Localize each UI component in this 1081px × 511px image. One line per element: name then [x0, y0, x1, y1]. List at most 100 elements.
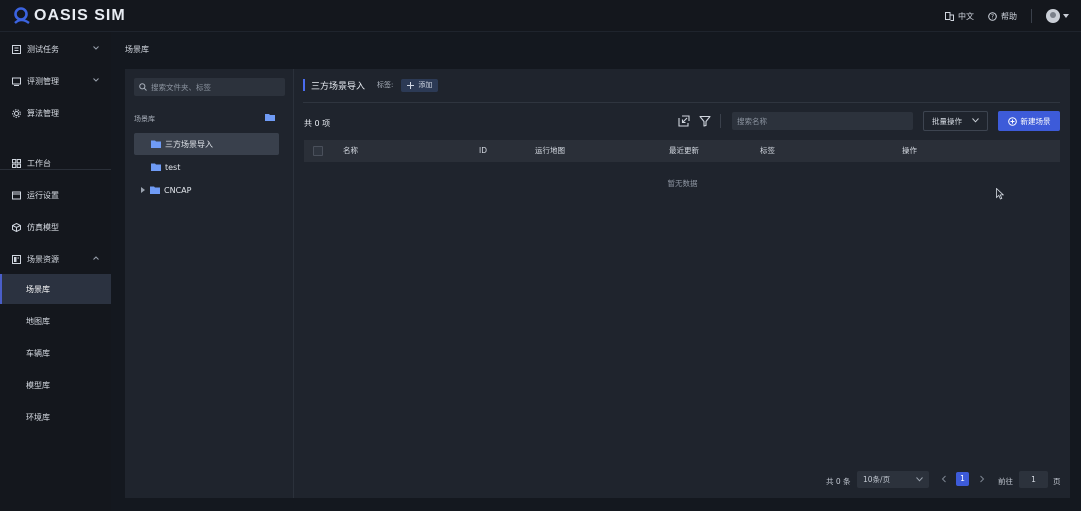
add-tag-button[interactable]: 添加	[401, 78, 439, 92]
sidebar-subitem-environment-library[interactable]: 环境库	[0, 402, 111, 432]
sidebar-subitem-label: 模型库	[26, 380, 50, 390]
page-suffix: 页	[1053, 477, 1061, 486]
tree-node-label: 三方场景导入	[165, 139, 213, 149]
column-header-name[interactable]: 名称	[343, 140, 358, 162]
scene-list-area: 三方场景导入 标签: 添加 共 0 项 批量操作 新建场景	[295, 69, 1070, 498]
filter-icon[interactable]	[699, 115, 711, 127]
evaluation-icon	[12, 77, 21, 86]
logo-icon	[14, 7, 30, 24]
sidebar-subitem-map-library[interactable]: 地图库	[0, 306, 111, 336]
sidebar-subitem-label: 环境库	[26, 412, 50, 422]
pagination-total: 共 0 条	[826, 477, 851, 486]
logo[interactable]: OASIS SIM	[12, 7, 126, 25]
add-tag-label: 添加	[418, 81, 433, 89]
tree-search-input[interactable]	[151, 82, 271, 92]
mouse-cursor-icon	[996, 188, 1004, 200]
column-header-map[interactable]: 运行地图	[535, 140, 565, 162]
chevron-down-icon	[972, 118, 979, 123]
add-folder-icon[interactable]	[265, 113, 275, 121]
sidebar-item-test-tasks[interactable]: 测试任务	[0, 34, 111, 64]
batch-operation-label: 批量操作	[932, 116, 962, 126]
scene-search-box[interactable]	[732, 112, 913, 130]
plus-icon	[407, 81, 415, 89]
logo-text: OASIS SIM	[34, 7, 126, 24]
tree-node-label: CNCAP	[164, 185, 192, 195]
tree-search-box[interactable]	[134, 78, 285, 96]
column-header-tags[interactable]: 标签	[760, 140, 775, 162]
folder-tree: 场景库 三方场景导入 test CNCAP	[125, 69, 294, 498]
import-icon[interactable]	[678, 115, 690, 127]
topbar-divider	[1031, 9, 1032, 23]
folder-icon	[151, 163, 161, 171]
cube-icon	[12, 222, 21, 232]
folder-icon	[151, 140, 161, 148]
resources-icon	[12, 254, 21, 264]
gear-icon	[12, 108, 21, 118]
sidebar-item-label: 工作台	[27, 158, 51, 168]
plus-circle-icon	[1007, 116, 1017, 126]
sidebar-subitem-model-library[interactable]: 模型库	[0, 370, 111, 400]
page-size-value: 10条/页	[863, 475, 891, 484]
column-header-updated[interactable]: 最近更新	[669, 140, 699, 162]
tree-header: 场景库	[134, 115, 155, 123]
title-accent	[303, 79, 305, 91]
chevron-down-icon	[916, 477, 923, 482]
page-size-select[interactable]: 10条/页	[857, 471, 929, 488]
tree-node-third-party-import[interactable]: 三方场景导入	[134, 133, 279, 155]
select-all-checkbox[interactable]	[313, 146, 323, 156]
toolbar-divider	[720, 114, 721, 128]
tag-label: 标签:	[377, 81, 394, 89]
page-title: 三方场景导入	[311, 81, 366, 92]
tree-node-cncap[interactable]: CNCAP	[134, 179, 279, 201]
empty-state-text: 暂无数据	[667, 179, 698, 188]
new-scene-label: 新建场景	[1020, 116, 1051, 126]
language-switch[interactable]: 中文	[945, 11, 974, 22]
chevron-down-icon	[93, 46, 99, 50]
table-header: 名称 ID 运行地图 最近更新 标签 操作	[304, 140, 1060, 162]
new-scene-button[interactable]: 新建场景	[998, 111, 1060, 131]
avatar[interactable]	[1046, 9, 1060, 23]
sidebar-item-evaluation[interactable]: 评测管理	[0, 66, 111, 96]
translate-icon	[945, 11, 954, 21]
sidebar: 测试任务 评测管理 算法管理 工作台 运行设置 仿真模型 场景资源 场景库 地图…	[0, 32, 111, 511]
chevron-down-icon[interactable]	[1063, 14, 1069, 18]
batch-operation-dropdown[interactable]: 批量操作	[923, 111, 988, 131]
sidebar-item-sim-model[interactable]: 仿真模型	[0, 212, 111, 242]
sidebar-subitem-vehicle-library[interactable]: 车辆库	[0, 338, 111, 368]
content-panel: 场景库 三方场景导入 test CNCAP 三方场景导入 标签: 添加 共	[125, 69, 1070, 498]
chevron-down-icon	[93, 78, 99, 82]
run-settings-icon	[12, 191, 21, 199]
sidebar-item-run-settings[interactable]: 运行设置	[0, 180, 111, 210]
folder-icon	[150, 186, 160, 194]
column-header-id[interactable]: ID	[479, 140, 487, 162]
goto-label: 前往	[998, 477, 1013, 486]
help-icon: ?	[988, 11, 997, 21]
chevron-up-icon	[93, 256, 99, 260]
tree-node-test[interactable]: test	[134, 156, 279, 178]
page-number-current[interactable]: 1	[956, 472, 969, 486]
sidebar-item-algorithm[interactable]: 算法管理	[0, 98, 111, 128]
expand-arrow-icon[interactable]	[141, 187, 145, 193]
sidebar-item-label: 评测管理	[27, 76, 59, 86]
sidebar-item-label: 算法管理	[27, 108, 59, 118]
sidebar-item-label: 场景资源	[27, 254, 59, 264]
help-link[interactable]: ? 帮助	[988, 11, 1017, 22]
sidebar-item-label: 运行设置	[27, 190, 59, 200]
sidebar-item-label: 仿真模型	[27, 222, 59, 232]
prev-page-icon[interactable]	[940, 474, 948, 484]
language-label: 中文	[958, 11, 974, 21]
next-page-icon[interactable]	[978, 474, 986, 484]
tree-node-label: test	[165, 162, 181, 172]
search-icon	[139, 83, 147, 91]
workbench-icon	[12, 158, 21, 168]
sidebar-item-workbench[interactable]: 工作台	[0, 148, 111, 178]
help-label: 帮助	[1001, 11, 1017, 21]
sidebar-item-label: 测试任务	[27, 44, 59, 54]
task-icon	[12, 44, 21, 54]
sidebar-subitem-label: 地图库	[26, 316, 50, 326]
column-header-actions: 操作	[902, 146, 917, 155]
sidebar-item-scene-resources[interactable]: 场景资源	[0, 244, 111, 274]
goto-page-input[interactable]	[1019, 471, 1048, 488]
scene-search-input[interactable]	[737, 116, 907, 126]
sidebar-subitem-scene-library[interactable]: 场景库	[0, 274, 111, 304]
